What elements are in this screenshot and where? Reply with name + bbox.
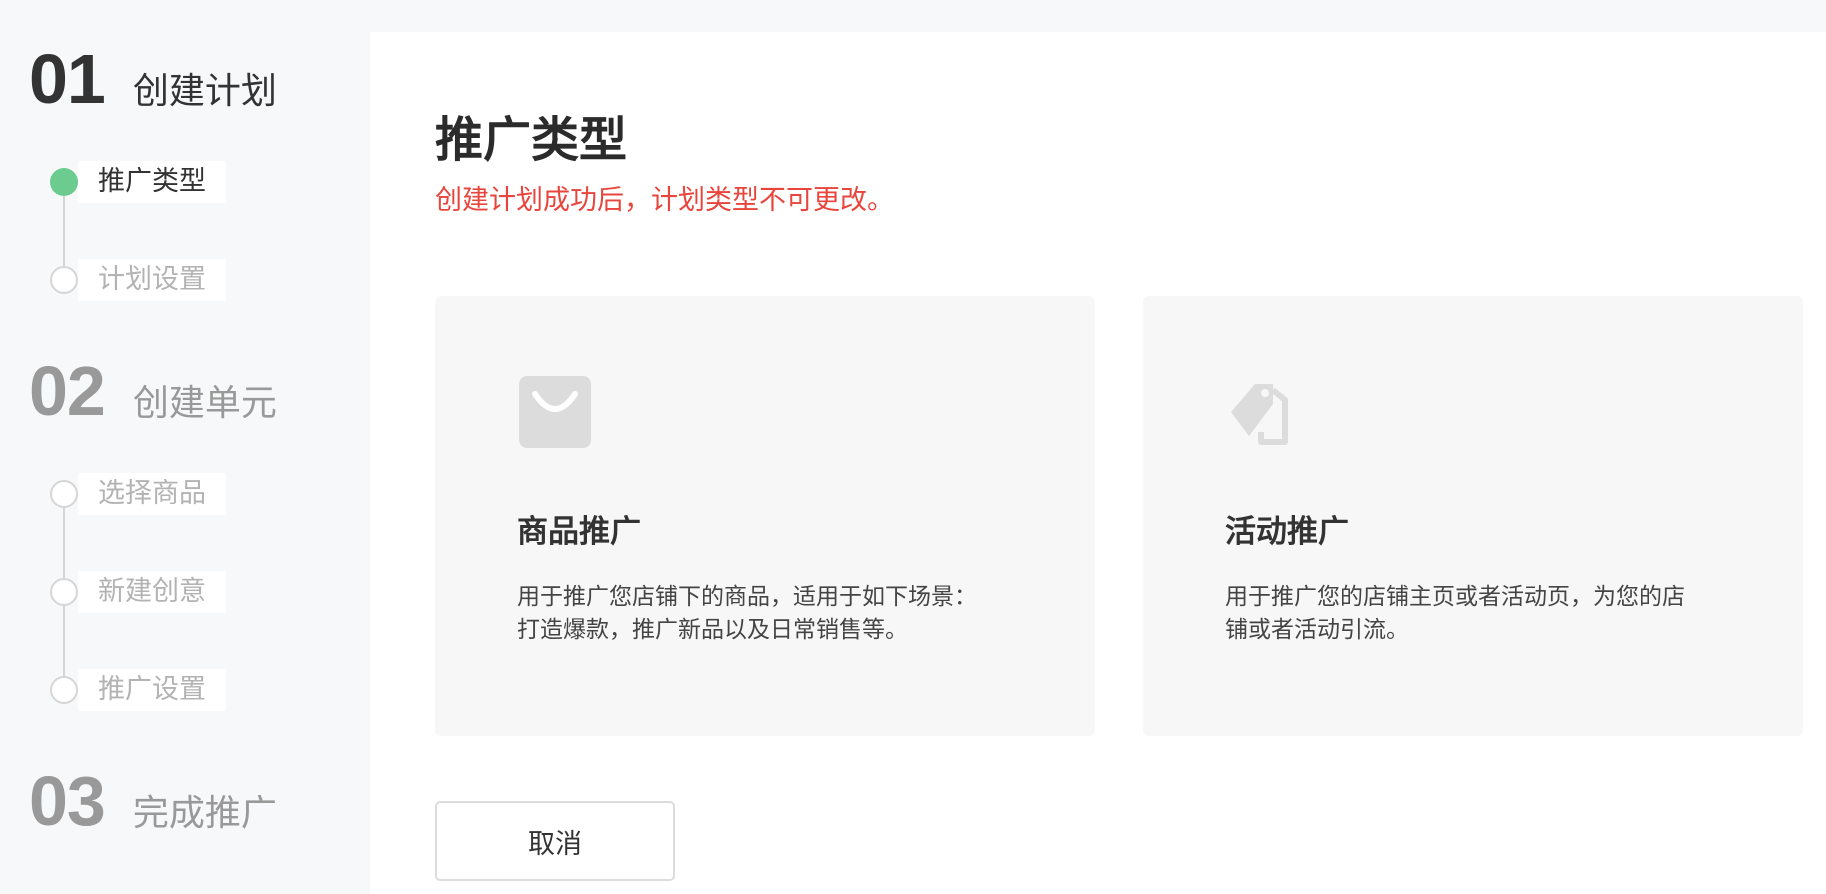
card-description-line: 铺或者活动引流。	[1225, 617, 1409, 643]
page-title: 推广类型	[435, 112, 628, 168]
main-panel: 推广类型 创建计划成功后，计划类型不可更改。 商品推广 用于推广您店铺下的商品，…	[370, 32, 1826, 894]
step-pending-dot-icon	[50, 578, 78, 606]
card-description-line: 用于推广您的店铺主页或者活动页，为您的店	[1225, 584, 1685, 610]
cancel-button[interactable]: 取消	[435, 801, 675, 881]
card-description: 用于推广您店铺下的商品，适用于如下场景： 打造爆款，推广新品以及日常销售等。	[517, 581, 1037, 647]
card-description: 用于推广您的店铺主页或者活动页，为您的店 铺或者活动引流。	[1225, 581, 1745, 647]
activity-promotion-card[interactable]: 活动推广 用于推广您的店铺主页或者活动页，为您的店 铺或者活动引流。	[1143, 296, 1803, 736]
phase-02: 02 创建单元	[29, 356, 277, 426]
step-label: 选择商品	[78, 473, 226, 515]
step-select-products: 选择商品	[50, 473, 226, 515]
step-promotion-type: 推广类型	[50, 161, 226, 203]
phase-title: 创建单元	[132, 383, 277, 424]
step-promotion-settings: 推广设置	[50, 669, 226, 711]
phase-01: 01 创建计划	[29, 44, 277, 114]
step-plan-settings: 计划设置	[50, 259, 226, 301]
card-description-line: 打造爆款，推广新品以及日常销售等。	[517, 617, 908, 643]
step-pending-dot-icon	[50, 266, 78, 294]
warning-message: 创建计划成功后，计划类型不可更改。	[435, 185, 894, 216]
phase-number: 02	[29, 352, 106, 430]
phase-number: 03	[29, 762, 106, 840]
phase-title: 完成推广	[132, 793, 277, 834]
step-label: 新建创意	[78, 571, 226, 613]
step-label: 计划设置	[78, 259, 226, 301]
step-pending-dot-icon	[50, 480, 78, 508]
step-label: 推广类型	[78, 161, 226, 203]
step-label: 推广设置	[78, 669, 226, 711]
card-description-line: 用于推广您店铺下的商品，适用于如下场景：	[517, 584, 977, 610]
step-new-creative: 新建创意	[50, 571, 226, 613]
card-title: 活动推广	[1225, 514, 1349, 550]
step-pending-dot-icon	[50, 676, 78, 704]
step-done-dot-icon	[50, 168, 78, 196]
phase-title: 创建计划	[132, 71, 277, 112]
product-promotion-card[interactable]: 商品推广 用于推广您店铺下的商品，适用于如下场景： 打造爆款，推广新品以及日常销…	[435, 296, 1095, 736]
card-title: 商品推广	[517, 514, 641, 550]
phase-number: 01	[29, 40, 106, 118]
step-sidebar: 01 创建计划 推广类型 计划设置 02 创建单元 选择商品 新建创意 推广设置…	[0, 0, 370, 894]
phase-03: 03 完成推广	[29, 766, 277, 836]
price-tag-icon	[1231, 384, 1288, 445]
shopping-bag-icon	[519, 376, 591, 448]
